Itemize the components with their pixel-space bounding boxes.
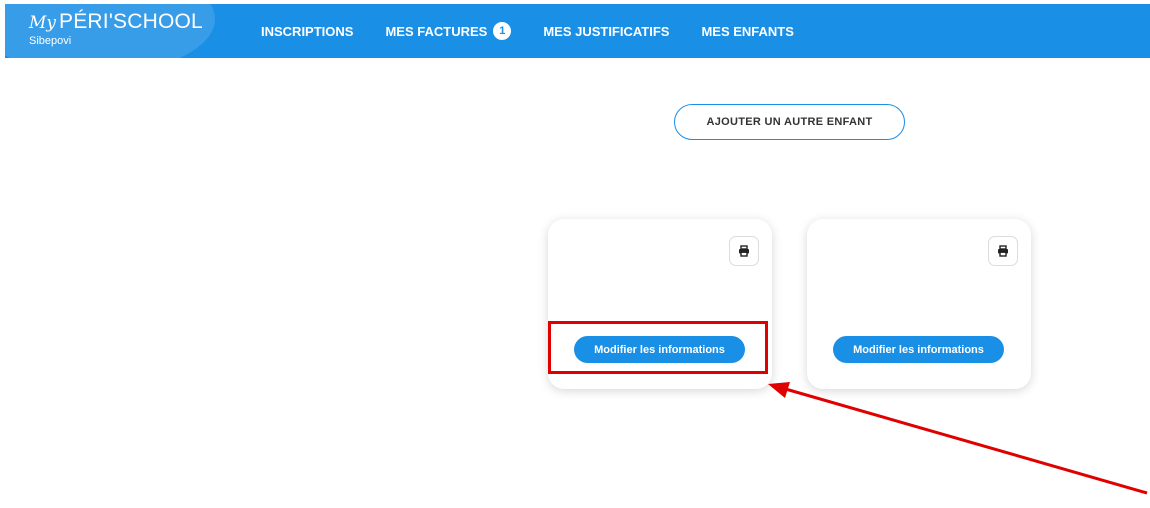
annotation-arrow xyxy=(768,382,1148,495)
